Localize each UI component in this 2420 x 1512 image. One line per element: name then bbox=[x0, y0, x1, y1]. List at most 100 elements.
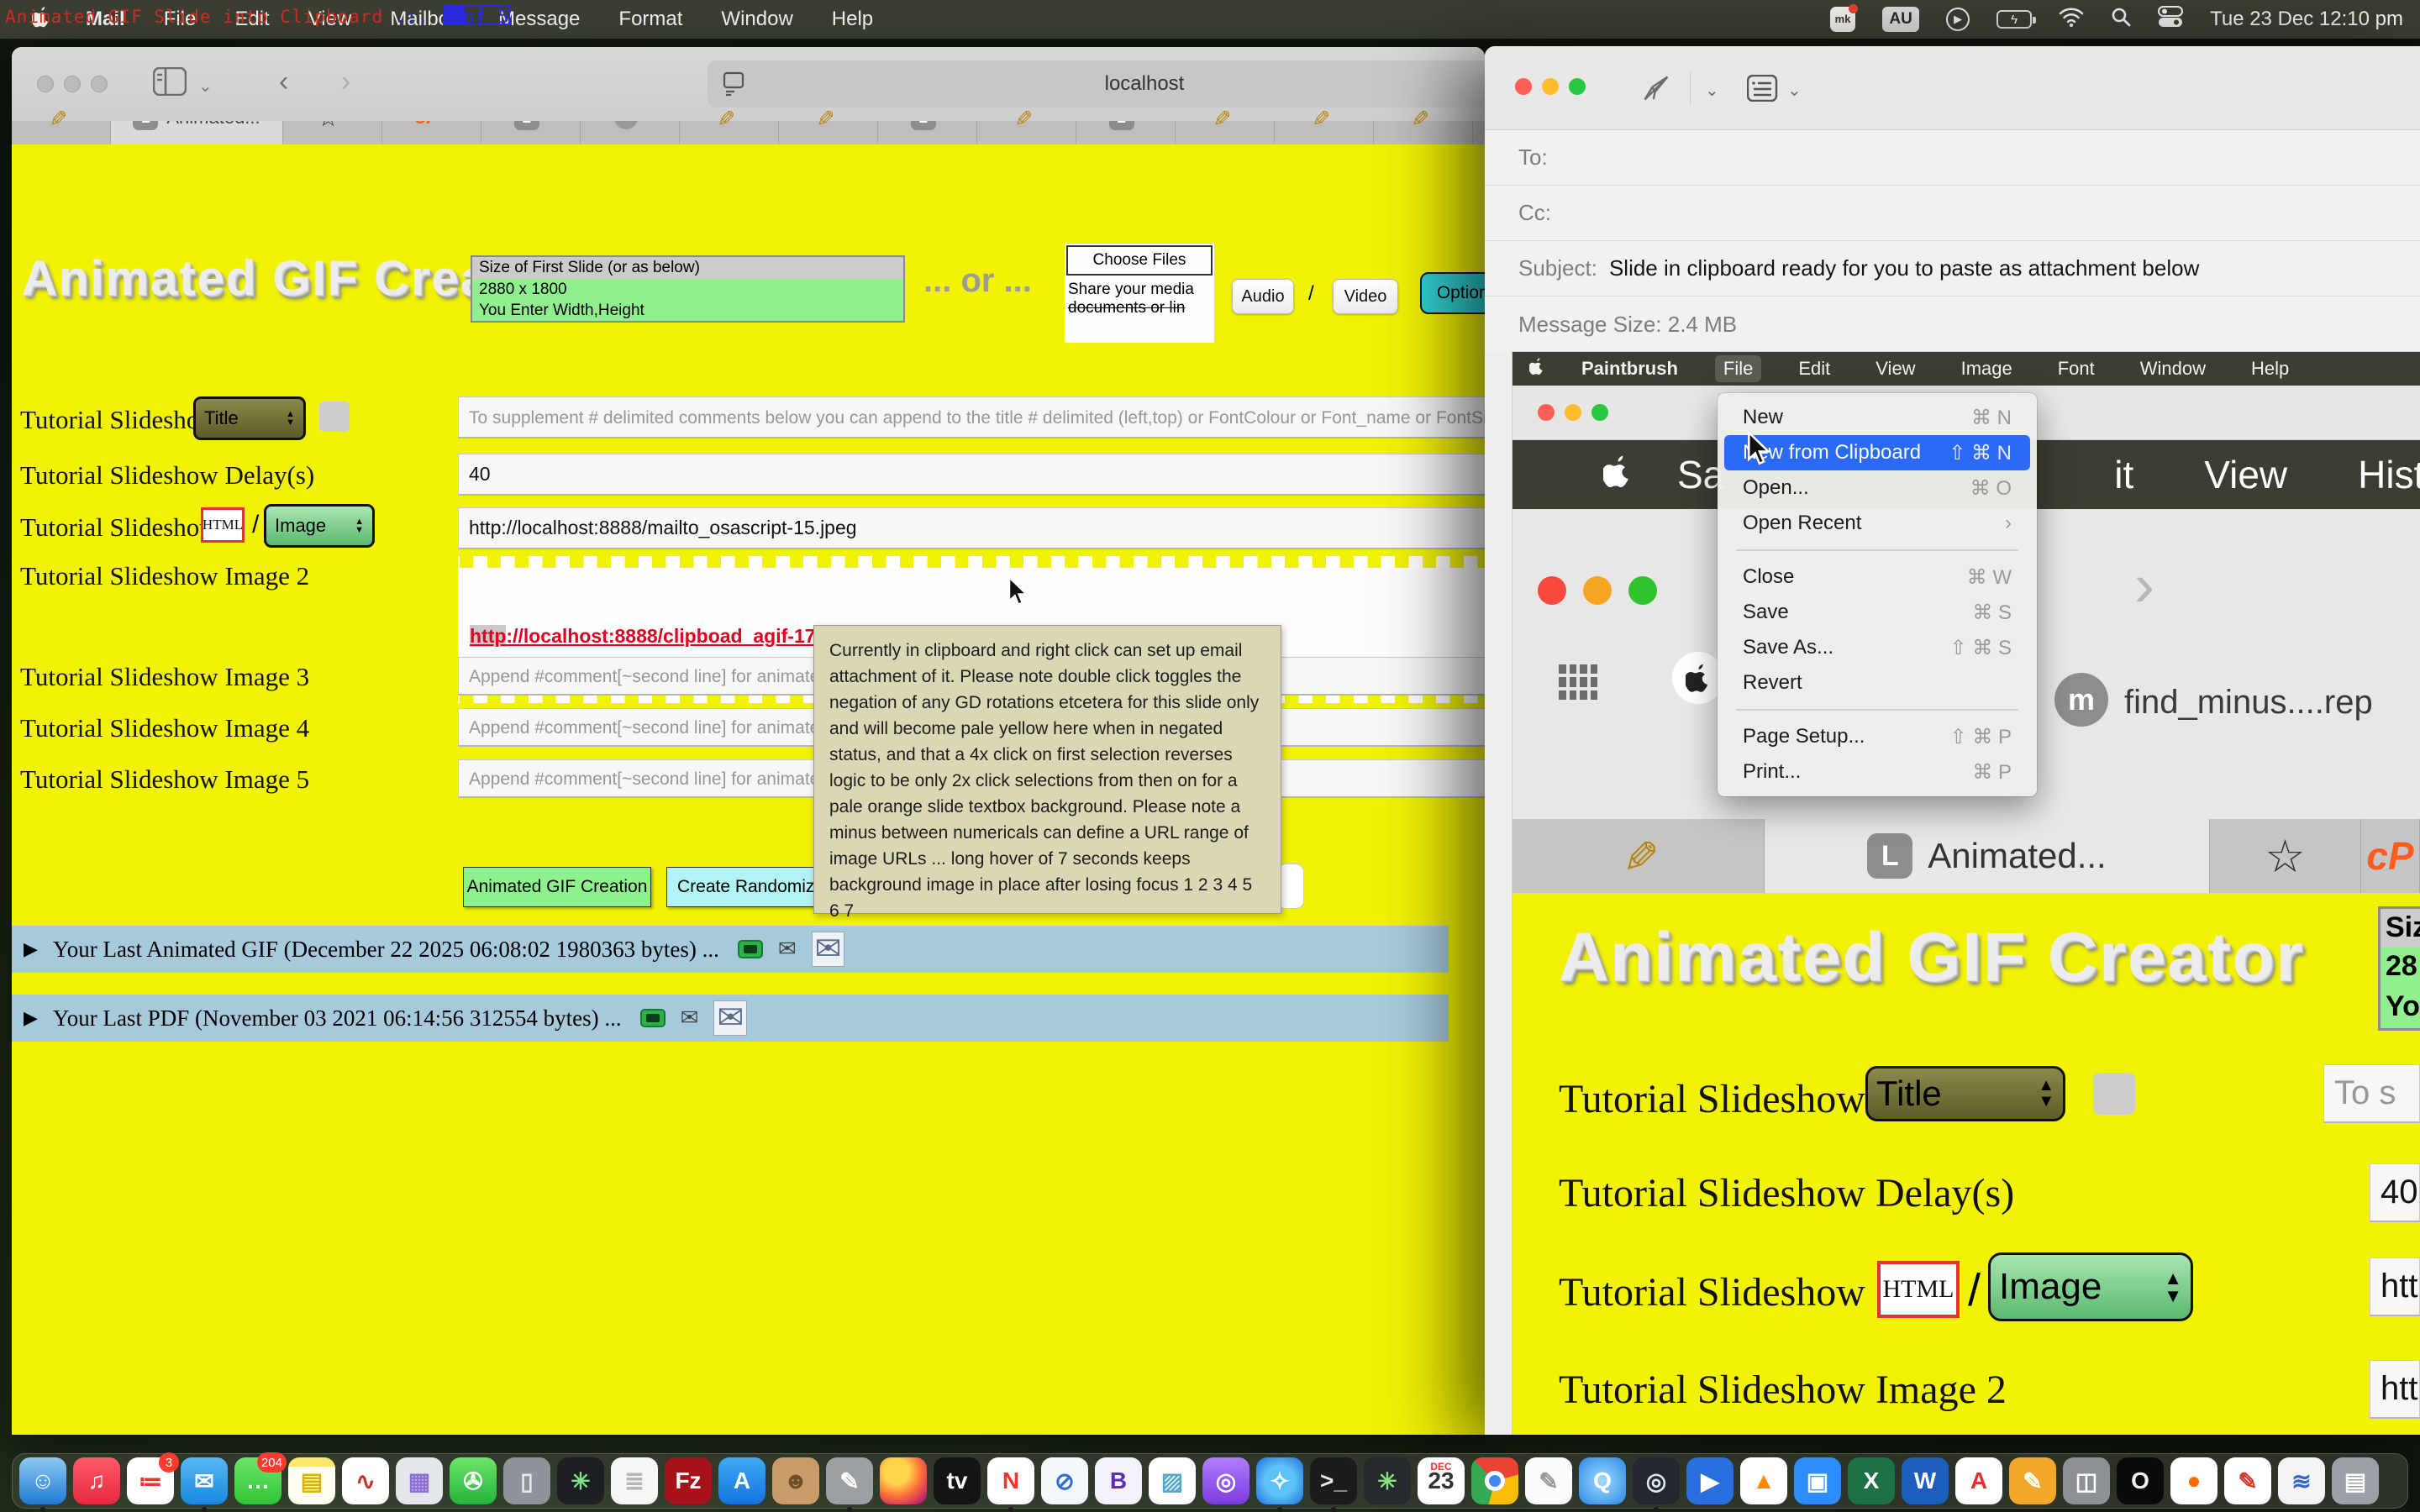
close-button[interactable] bbox=[1538, 404, 1555, 421]
file-menu-item[interactable]: Close⌘ W bbox=[1724, 559, 2030, 595]
now-playing-icon[interactable]: ▶ bbox=[1946, 8, 1970, 31]
clipboard-image-link[interactable]: http://localhost:8888/clipboad_agif-17.p… bbox=[470, 625, 856, 648]
dock-item[interactable]: ♫ bbox=[73, 1457, 120, 1504]
back-button[interactable]: ‹ bbox=[279, 66, 288, 98]
dock-item[interactable] bbox=[880, 1457, 927, 1504]
address-bar[interactable]: localhost bbox=[708, 60, 1485, 108]
size-of-first-slide-select[interactable]: Size of First Slide (or as below) 2880 x… bbox=[471, 255, 905, 323]
delay-input[interactable] bbox=[458, 454, 1485, 496]
dock-item[interactable]: ● bbox=[2170, 1457, 2217, 1504]
size-option-current[interactable]: 2880 x 1800 bbox=[472, 279, 903, 300]
dock-item[interactable]: ▯ bbox=[503, 1457, 550, 1504]
menu-item[interactable]: Window bbox=[721, 8, 792, 31]
dock-item[interactable]: ◎ bbox=[1633, 1457, 1680, 1504]
paintbrush-app-menu[interactable]: Paintbrush bbox=[1573, 355, 1686, 382]
dock-item[interactable]: ▤ bbox=[288, 1457, 335, 1504]
animated-gif-creation-button[interactable]: Animated GIF Creation bbox=[463, 867, 651, 907]
menu-item[interactable]: Help bbox=[2243, 355, 2297, 382]
email-large-icon[interactable]: ✉ bbox=[713, 1000, 747, 1036]
sidebar-chevron-icon[interactable]: ⌄ bbox=[198, 76, 213, 97]
email-small-icon[interactable]: ✉ bbox=[681, 1005, 699, 1031]
dock-item[interactable]: ▨ bbox=[1149, 1457, 1196, 1504]
format-options-button[interactable] bbox=[1747, 75, 1781, 106]
file-menu-item[interactable] bbox=[1736, 549, 2018, 551]
menu-item[interactable]: Edit bbox=[1790, 355, 1839, 382]
dock-item[interactable]: ✎ bbox=[2224, 1457, 2271, 1504]
file-menu-item[interactable]: Revert bbox=[1724, 665, 2030, 701]
dock-item[interactable]: ▦ bbox=[396, 1457, 443, 1504]
input-source-badge[interactable]: AU bbox=[1882, 7, 1919, 32]
menu-item[interactable]: Help bbox=[832, 8, 873, 31]
dock-item[interactable]: ▲ bbox=[1740, 1457, 1787, 1504]
file-menu-item[interactable]: Print...⌘ P bbox=[1724, 754, 2030, 790]
menu-item[interactable]: Image bbox=[1953, 355, 2021, 382]
sidebar-icon[interactable] bbox=[153, 67, 187, 100]
dock-item[interactable]: ✇ bbox=[450, 1457, 497, 1504]
zoom-button[interactable] bbox=[1591, 404, 1608, 421]
menu-item[interactable]: Format bbox=[618, 8, 682, 31]
toolbar-chevron-icon[interactable]: ⌄ bbox=[1705, 80, 1719, 101]
dock-item[interactable]: ✎ bbox=[1525, 1457, 1572, 1504]
row1-color-swatch[interactable] bbox=[319, 402, 350, 432]
menu-item[interactable]: Window bbox=[2132, 355, 2214, 382]
page-format-icon[interactable] bbox=[723, 71, 744, 102]
title-select[interactable]: Title▲▼ bbox=[193, 396, 306, 440]
dock-item[interactable] bbox=[1471, 1457, 1518, 1504]
dock-item[interactable]: O bbox=[2117, 1457, 2164, 1504]
dock-item[interactable]: ▤ bbox=[2332, 1457, 2379, 1504]
dock-item[interactable]: ☻ bbox=[772, 1457, 819, 1504]
screenshot-attachment[interactable]: Paintbrush FileEditViewImageFontWindowHe… bbox=[1512, 352, 2420, 1435]
dock-item[interactable]: ▣ bbox=[1794, 1457, 1841, 1504]
dock-item[interactable]: … 204 bbox=[234, 1457, 281, 1504]
options-button[interactable]: Options bbox=[1420, 272, 1485, 314]
slide1-url-input[interactable] bbox=[458, 507, 1485, 549]
dock-item[interactable]: ≋ bbox=[2278, 1457, 2325, 1504]
dock-item[interactable]: Q bbox=[1579, 1457, 1626, 1504]
search-icon[interactable] bbox=[2111, 7, 2131, 33]
minimize-button[interactable] bbox=[64, 76, 81, 92]
file-menu-item[interactable]: New⌘ N bbox=[1724, 400, 2030, 435]
last-gif-bar[interactable]: ▶ Your Last Animated GIF (December 22 20… bbox=[12, 926, 1449, 973]
html-toggle-button[interactable]: HTML bbox=[201, 507, 245, 543]
menu-item[interactable]: Font bbox=[2049, 355, 2103, 382]
file-menu-item[interactable]: Save As...⇧ ⌘ S bbox=[1724, 630, 2030, 665]
dock-item[interactable]: W bbox=[1902, 1457, 1949, 1504]
forward-button[interactable]: › bbox=[341, 66, 350, 98]
disclosure-triangle-icon[interactable]: ▶ bbox=[24, 1007, 38, 1029]
dock-item[interactable]: A bbox=[1955, 1457, 2002, 1504]
dock-item[interactable]: ≣ bbox=[611, 1457, 658, 1504]
title-supplement-input[interactable] bbox=[458, 396, 1485, 438]
file-menu-item[interactable]: Page Setup...⇧ ⌘ P bbox=[1724, 719, 2030, 754]
dock-item[interactable]: tv bbox=[934, 1457, 981, 1504]
dock-item[interactable]: 23 bbox=[1418, 1457, 1465, 1504]
last-pdf-bar[interactable]: ▶ Your Last PDF (November 03 2021 06:14:… bbox=[12, 995, 1449, 1042]
email-small-icon[interactable]: ✉ bbox=[778, 937, 797, 962]
zoom-button[interactable] bbox=[1569, 78, 1586, 95]
image-select[interactable]: Image▲▼ bbox=[264, 504, 375, 548]
email-large-icon[interactable]: ✉ bbox=[812, 932, 845, 967]
send-button[interactable] bbox=[1641, 73, 1671, 108]
dock-item[interactable]: ⊘ bbox=[1041, 1457, 1088, 1504]
dock-item[interactable]: ✎ bbox=[2009, 1457, 2056, 1504]
menu-item[interactable]: File bbox=[1715, 355, 1761, 382]
zoom-button[interactable] bbox=[91, 76, 108, 92]
audio-button[interactable]: Audio bbox=[1232, 279, 1294, 314]
format-chevron-icon[interactable]: ⌄ bbox=[1787, 80, 1802, 101]
dock-item[interactable]: Fz bbox=[665, 1457, 712, 1504]
device-preview-icon[interactable] bbox=[738, 940, 763, 958]
dock-item[interactable]: ✉ bbox=[181, 1457, 228, 1504]
dock-item[interactable]: N bbox=[987, 1457, 1034, 1504]
control-center-icon[interactable] bbox=[2158, 6, 2183, 34]
dock-item[interactable]: ✎ bbox=[826, 1457, 873, 1504]
file-menu-item[interactable]: New from Clipboard⇧ ⌘ N bbox=[1724, 435, 2030, 470]
to-field[interactable]: To: bbox=[1485, 130, 2420, 186]
minimize-button[interactable] bbox=[1542, 78, 1559, 95]
app-status-icon[interactable]: mk bbox=[1830, 7, 1855, 32]
dock-item[interactable]: B bbox=[1095, 1457, 1142, 1504]
wifi-icon[interactable] bbox=[2059, 7, 2084, 33]
minimize-button[interactable] bbox=[1565, 404, 1581, 421]
video-button[interactable]: Video bbox=[1333, 279, 1398, 314]
dock-item[interactable]: ✧ bbox=[1256, 1457, 1303, 1504]
close-button[interactable] bbox=[1515, 78, 1532, 95]
apple-menu-icon[interactable] bbox=[1529, 357, 1544, 381]
